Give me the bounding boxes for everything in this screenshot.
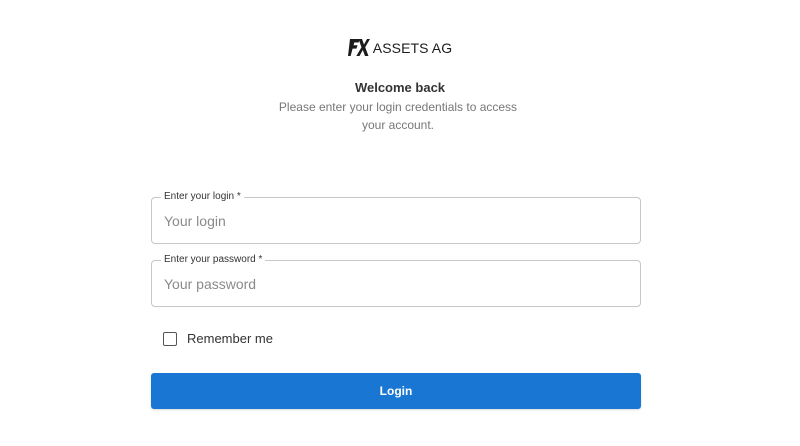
login-input[interactable]: [152, 198, 640, 243]
login-field-label: Enter your login *: [161, 191, 244, 203]
remember-me-option[interactable]: Remember me: [163, 331, 273, 346]
login-page: ASSETS AG Welcome back Please enter your…: [0, 0, 800, 446]
login-field: Enter your login *: [151, 191, 641, 244]
login-button[interactable]: Login: [151, 373, 641, 409]
remember-me-checkbox[interactable]: [163, 331, 177, 346]
page-subtitle: Please enter your login credentials to a…: [278, 100, 518, 132]
remember-me-label: Remember me: [187, 331, 273, 346]
brand-name: ASSETS AG: [372, 40, 453, 56]
page-title: Welcome back: [354, 80, 446, 95]
password-field: Enter your password *: [151, 254, 641, 307]
fx-logo-icon: [347, 39, 370, 56]
password-field-label: Enter your password *: [161, 254, 266, 266]
brand-header: ASSETS AG: [0, 38, 800, 57]
password-input[interactable]: [152, 261, 640, 306]
